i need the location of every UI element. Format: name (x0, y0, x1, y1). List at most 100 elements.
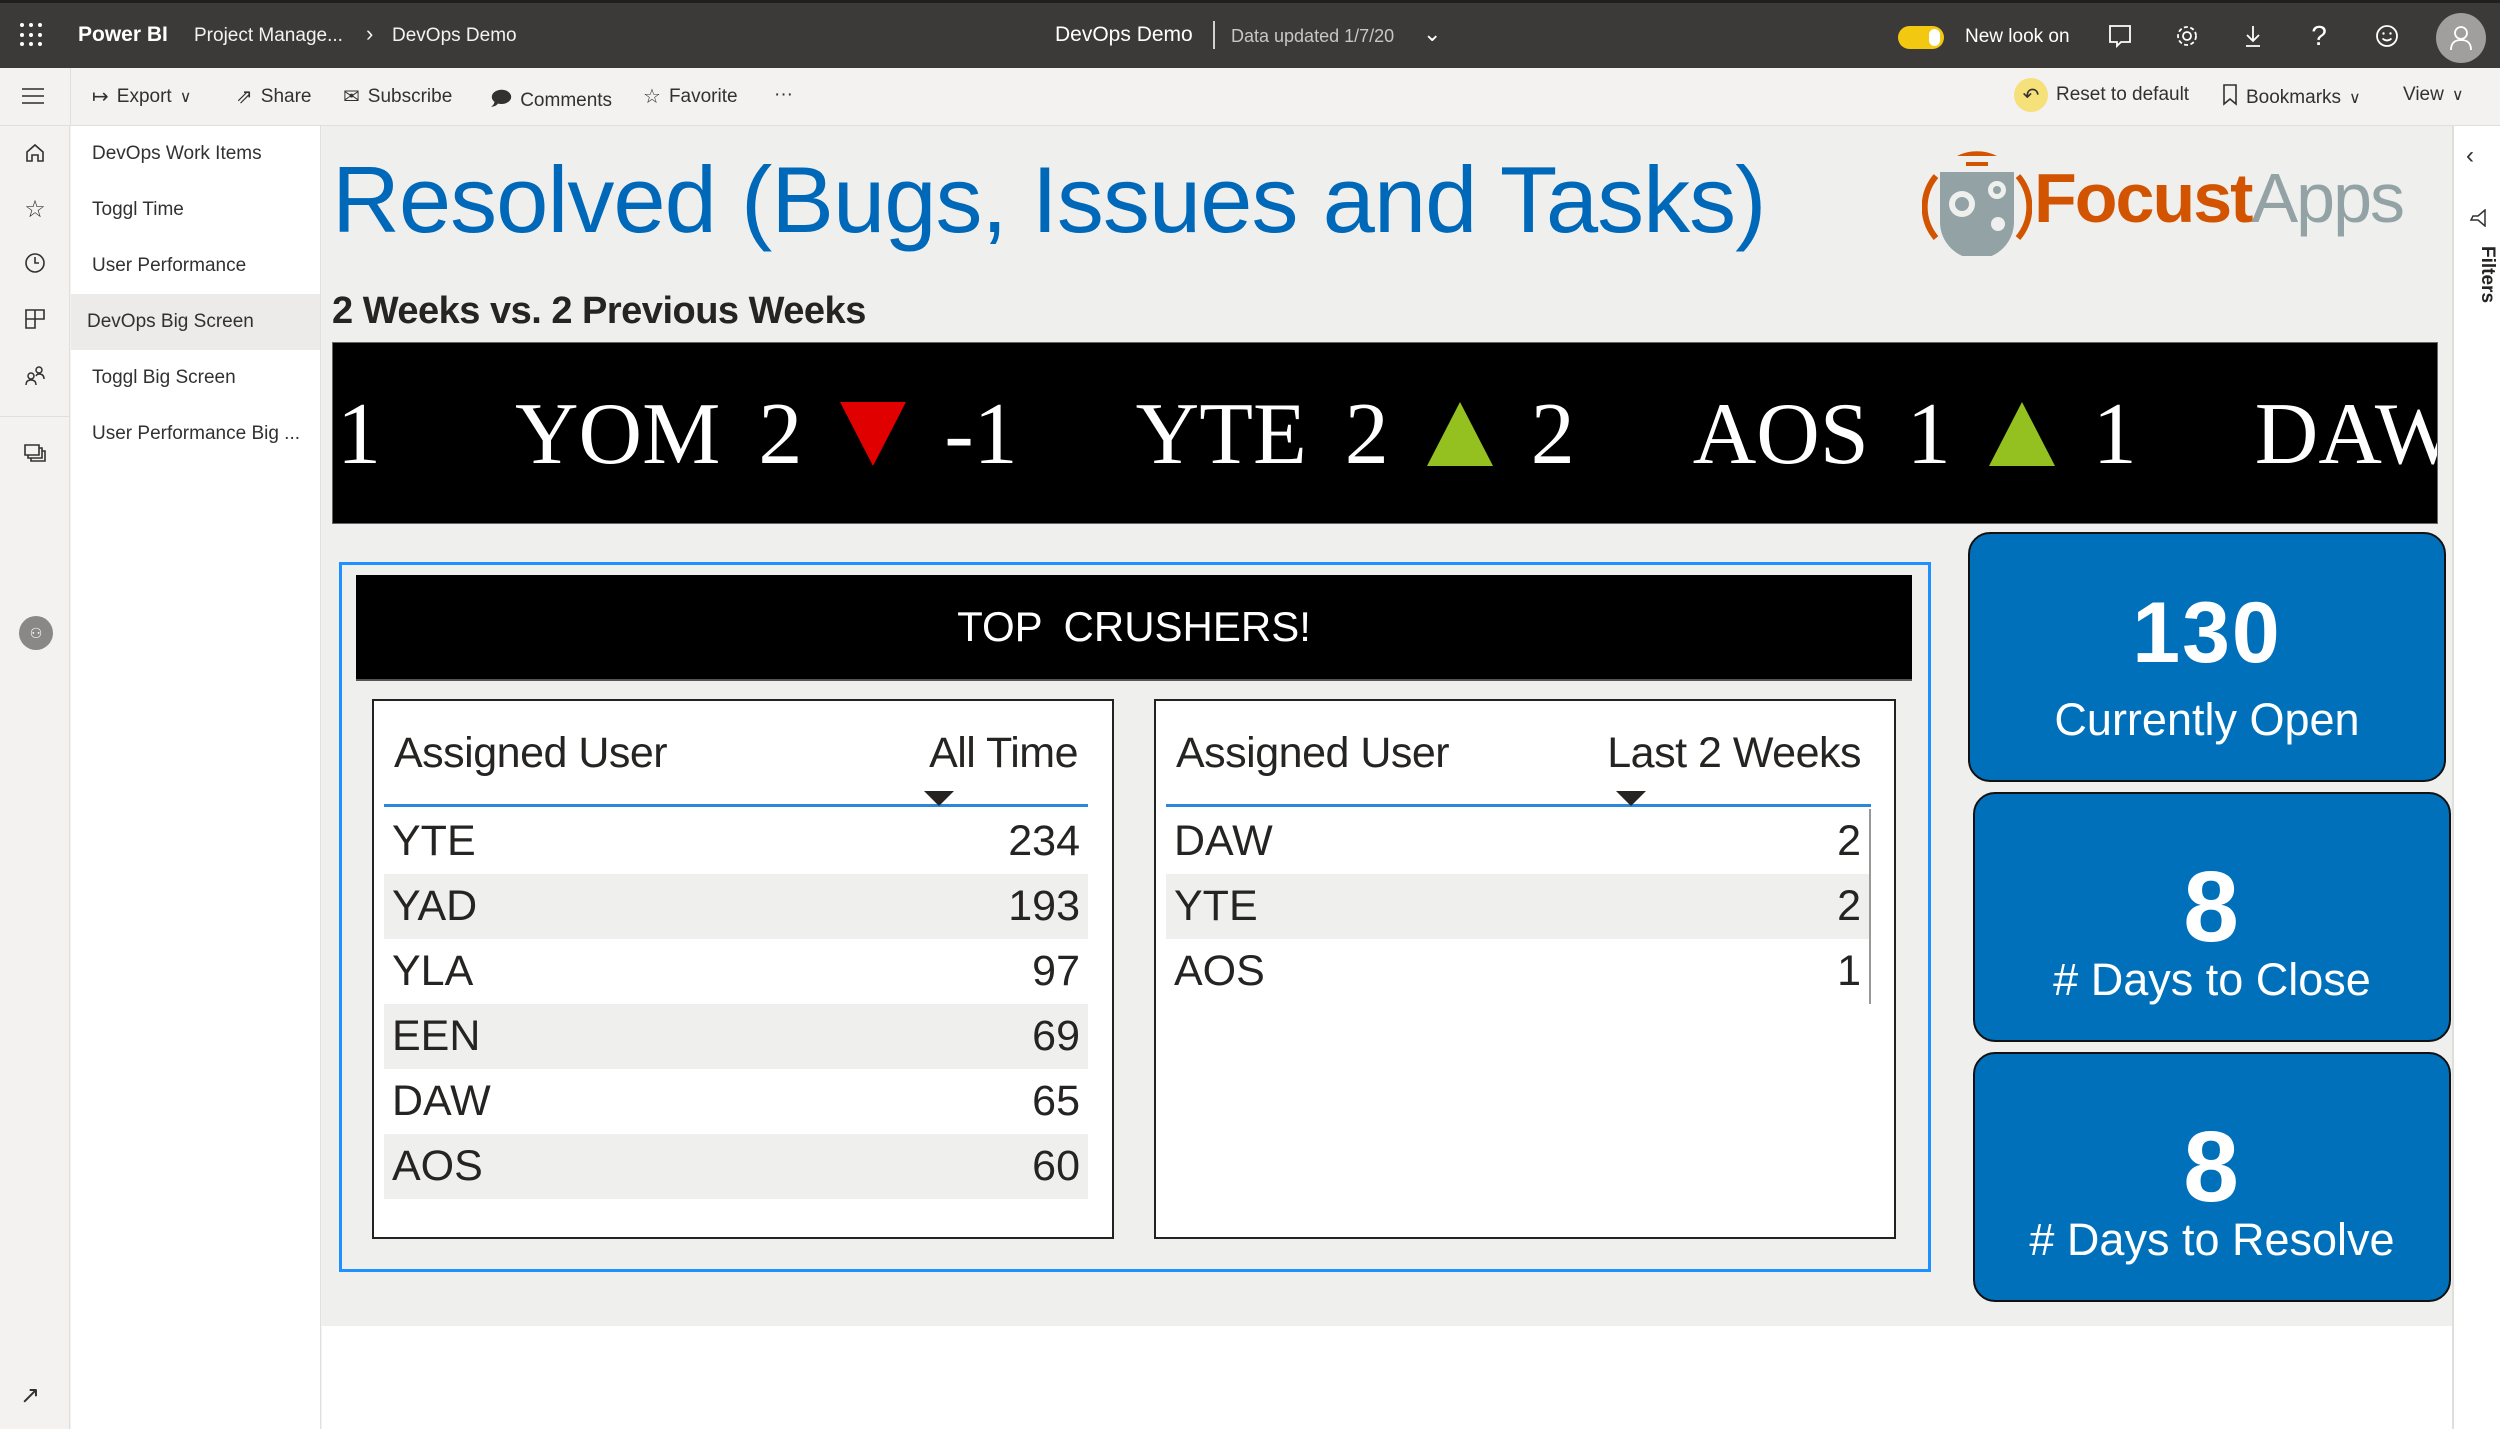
ticker-change-value: 2 (1530, 385, 1575, 483)
table-row[interactable]: DAW 2 (1166, 809, 1869, 874)
cell-assigned-user: YTE (392, 817, 476, 865)
table-row[interactable]: YAD 193 (384, 874, 1088, 939)
ticker-item: AOS 1 1 (1693, 384, 2137, 485)
cell-count: 69 (1032, 1012, 1080, 1060)
kpi-label: Currently Open (2054, 694, 2360, 745)
comments-button[interactable]: 🗩 Comments (490, 84, 612, 118)
collapse-chevron-icon[interactable]: ‹ (2466, 142, 2474, 170)
favorites-icon[interactable]: ☆ (18, 192, 52, 226)
table-row[interactable]: YTE 2 (1166, 874, 1869, 939)
reset-label: Reset to default (2056, 84, 2190, 105)
page-tab-devops-big-screen[interactable]: DevOps Big Screen (71, 294, 320, 350)
user-avatar[interactable] (2436, 13, 2486, 63)
cell-assigned-user: YTE (1174, 882, 1258, 930)
app-launcher-icon[interactable] (20, 23, 44, 47)
ticker-current-value: 2 (1344, 385, 1389, 483)
shared-icon[interactable] (18, 358, 52, 392)
ticker-current-value: 2 (758, 385, 803, 483)
breadcrumb-workspace[interactable]: Project Manage... (194, 25, 343, 47)
share-button[interactable]: ⇗ Share (236, 84, 311, 109)
page-tab-toggl-time[interactable]: Toggl Time (71, 182, 320, 238)
table-header: Assigned User Last 2 Weeks (1166, 715, 1871, 807)
report-pages-pane: DevOps Work Items Toggl Time User Perfor… (71, 126, 321, 1429)
column-header-assigned-user[interactable]: Assigned User (1176, 729, 1450, 778)
logo-wordmark: FocustApps (2034, 158, 2405, 238)
cell-count: 60 (1032, 1142, 1080, 1190)
filters-label: Filters (2477, 246, 2498, 304)
canvas-bottom-area (322, 1326, 2452, 1429)
page-tab-user-performance[interactable]: User Performance (71, 238, 320, 294)
top-crushers-group: TOP CRUSHERS! Assigned User All Time YTE… (339, 562, 1931, 1272)
share-label: Share (260, 85, 312, 107)
favorite-button[interactable]: ☆ Favorite (643, 84, 738, 109)
cell-assigned-user: EEN (392, 1012, 481, 1060)
download-icon[interactable] (2236, 19, 2270, 53)
workspace-group-icon[interactable]: ⚇ (19, 616, 53, 650)
chevron-down-icon: ∨ (2451, 87, 2464, 104)
help-icon[interactable]: ? (2302, 19, 2336, 53)
table-row[interactable]: EEN 69 (384, 1004, 1088, 1069)
ticker-current-value: 1 (1906, 385, 1951, 483)
nav-menu-icon[interactable] (22, 88, 44, 104)
cell-count: 65 (1032, 1077, 1080, 1125)
table-header: Assigned User All Time (384, 715, 1088, 807)
table-row[interactable]: YTE 234 (384, 809, 1088, 874)
column-header-assigned-user[interactable]: Assigned User (394, 729, 668, 778)
table-row[interactable]: DAW 65 (384, 1069, 1088, 1134)
top-crushers-heading: TOP CRUSHERS! (356, 575, 1912, 681)
export-button[interactable]: ↦ Export ∨ (92, 84, 191, 109)
chevron-down-icon: ∨ (179, 88, 192, 106)
filter-icon (2463, 208, 2487, 228)
settings-icon[interactable] (2170, 19, 2204, 53)
report-name: DevOps Demo (1055, 23, 1193, 46)
apps-icon[interactable] (18, 302, 52, 336)
column-header-last-2-weeks[interactable]: Last 2 Weeks (1607, 729, 1861, 778)
home-icon[interactable] (18, 136, 52, 170)
recent-icon[interactable] (18, 246, 52, 280)
cell-count: 193 (1008, 882, 1080, 930)
report-canvas: Resolved (Bugs, Issues and Tasks) Focust… (322, 126, 2452, 1326)
export-label: Export (116, 85, 172, 107)
export-icon: ↦ (92, 86, 109, 108)
app-name[interactable]: Power BI (78, 23, 168, 47)
subscribe-label: Subscribe (367, 85, 453, 107)
favorite-label: Favorite (668, 85, 738, 107)
page-tab-devops-work-items[interactable]: DevOps Work Items (71, 126, 320, 182)
cell-assigned-user: AOS (392, 1142, 483, 1190)
workspaces-icon[interactable] (18, 436, 52, 470)
logo-word-apps: Apps (2251, 159, 2405, 237)
action-bar: ↦ Export ∨ ⇗ Share ✉ Subscribe 🗩 Comment… (0, 68, 2500, 126)
expand-icon[interactable]: ↗ (20, 1381, 40, 1410)
sort-descending-icon[interactable] (1616, 791, 1646, 806)
page-tab-user-performance-big[interactable]: User Performance Big ... (71, 406, 320, 462)
ticker-user-value: AOS (1692, 385, 1869, 483)
share-icon: ⇗ (236, 86, 253, 108)
new-look-toggle[interactable] (1898, 26, 1944, 49)
cell-assigned-user: DAW (392, 1077, 491, 1125)
cell-count: 2 (1837, 882, 1861, 930)
report-info-chevron-icon[interactable]: ⌄ (1423, 21, 1441, 47)
cell-count: 97 (1032, 947, 1080, 995)
column-header-all-time[interactable]: All Time (929, 729, 1078, 778)
bookmark-icon (2222, 84, 2238, 112)
smiley-icon[interactable] (2370, 19, 2404, 53)
reset-to-default-button[interactable]: ↶ Reset to default (2014, 78, 2189, 112)
breadcrumb-report[interactable]: DevOps Demo (392, 25, 517, 47)
more-options-button[interactable]: ··· (774, 84, 793, 106)
page-tab-toggl-big-screen[interactable]: Toggl Big Screen (71, 350, 320, 406)
view-button[interactable]: View ∨ (2403, 84, 2464, 106)
subscribe-button[interactable]: ✉ Subscribe (343, 84, 452, 109)
kpi-card-days-to-resolve: 8 # Days to Resolve (1973, 1052, 2451, 1302)
filters-pane[interactable]: ‹ Filters (2452, 126, 2500, 1429)
table-row[interactable]: AOS 60 (384, 1134, 1088, 1199)
ticker-fragment: 1 (337, 385, 381, 483)
cell-count: 2 (1837, 817, 1861, 865)
bookmarks-button[interactable]: Bookmarks ∨ (2222, 84, 2361, 112)
ticker-track: 1 YOM 2 -1 YTE 2 2 AOS 1 1 DAW2 (333, 343, 2437, 523)
cell-assigned-user: YLA (392, 947, 474, 995)
feedback-icon[interactable] (2103, 19, 2137, 53)
table-row[interactable]: AOS 1 (1166, 939, 1869, 1004)
all-time-table: Assigned User All Time YTE 234 YAD 193 YLA 97… (372, 699, 1114, 1239)
sort-descending-icon[interactable] (924, 791, 954, 806)
table-row[interactable]: YLA 97 (384, 939, 1088, 1004)
